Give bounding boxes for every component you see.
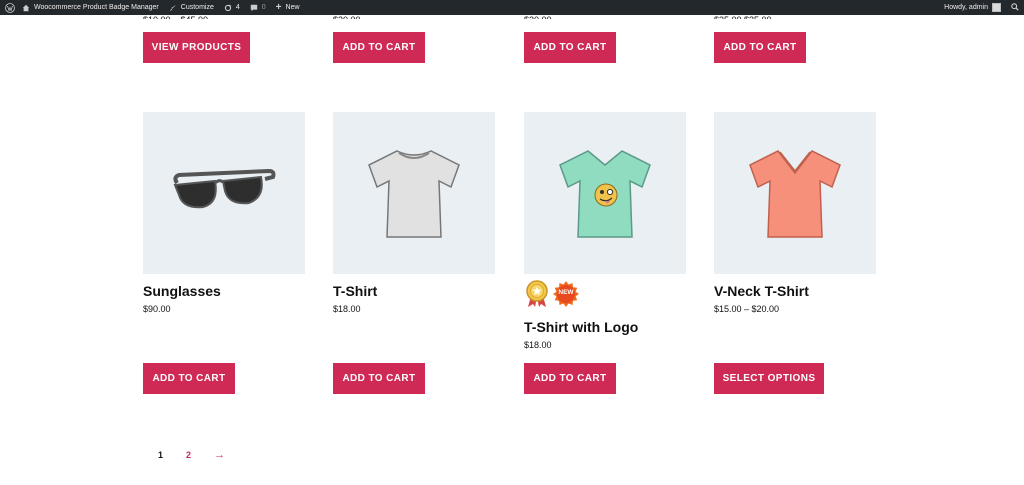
- product-price: $20.00: [524, 15, 624, 19]
- customize-label: Customize: [180, 4, 214, 11]
- pagination-next-arrow-icon[interactable]: →: [214, 449, 225, 461]
- product-price: $35.00 $25.00: [714, 15, 814, 19]
- pagination-current-page: 1: [158, 450, 164, 460]
- view-products-button[interactable]: VIEW PRODUCTS: [143, 32, 250, 63]
- pagination-page-2-link[interactable]: 2: [186, 450, 191, 460]
- product-price: $10.00 – $45.00: [143, 15, 243, 19]
- customize-link[interactable]: Customize: [164, 0, 219, 15]
- product-image-vneck-tshirt[interactable]: [714, 112, 876, 274]
- sunglasses-icon: [173, 168, 276, 209]
- avatar: [992, 3, 1001, 12]
- add-to-cart-button[interactable]: ADD TO CART: [143, 363, 235, 394]
- product-title[interactable]: Sunglasses: [143, 283, 221, 299]
- home-icon: [22, 4, 30, 12]
- product-title[interactable]: T-Shirt: [333, 283, 377, 299]
- product-title[interactable]: T-Shirt with Logo: [524, 319, 638, 335]
- new-badge-icon: NEW: [552, 280, 580, 313]
- product-price: $18.00: [524, 340, 552, 350]
- tshirt-with-logo-icon: [559, 150, 651, 238]
- vneck-tshirt-icon: [749, 150, 841, 238]
- new-content-link[interactable]: + New: [271, 0, 305, 15]
- wordpress-logo-icon[interactable]: [2, 0, 17, 15]
- new-label: New: [285, 4, 300, 11]
- comments-count: 0: [261, 4, 266, 11]
- comments-link[interactable]: 0: [245, 0, 271, 15]
- product-price: $15.00 – $20.00: [714, 304, 780, 314]
- product-image-tshirt[interactable]: [333, 112, 495, 274]
- add-to-cart-button[interactable]: ADD TO CART: [524, 32, 616, 63]
- product-price: $20.00: [333, 15, 433, 19]
- add-to-cart-button[interactable]: ADD TO CART: [333, 32, 425, 63]
- award-badge-icon: [525, 280, 549, 313]
- updates-count: 4: [235, 4, 240, 11]
- site-name-link[interactable]: Woocommerce Product Badge Manager: [17, 0, 164, 15]
- updates-link[interactable]: 4: [219, 0, 245, 15]
- product-image-sunglasses[interactable]: [143, 112, 305, 274]
- tshirt-icon: [368, 150, 460, 238]
- my-account-link[interactable]: Howdy, admin: [939, 0, 1006, 15]
- updates-icon: [224, 3, 232, 12]
- plus-icon: +: [275, 2, 282, 13]
- admin-bar: Woocommerce Product Badge Manager Custom…: [0, 0, 1024, 15]
- admin-search[interactable]: [1006, 0, 1024, 15]
- product-title[interactable]: V-Neck T-Shirt: [714, 283, 809, 299]
- new-badge-label: NEW: [558, 289, 574, 296]
- select-options-button[interactable]: SELECT OPTIONS: [714, 363, 824, 394]
- howdy-label: Howdy, admin: [944, 4, 988, 11]
- site-name-label: Woocommerce Product Badge Manager: [34, 4, 159, 11]
- add-to-cart-button[interactable]: ADD TO CART: [714, 32, 806, 63]
- product-image-tshirt-with-logo[interactable]: [524, 112, 686, 274]
- search-icon: [1011, 2, 1019, 13]
- add-to-cart-button[interactable]: ADD TO CART: [333, 363, 425, 394]
- product-price: $18.00: [333, 304, 361, 314]
- paintbrush-icon: [169, 4, 177, 12]
- comment-icon: [250, 4, 258, 12]
- product-price: $90.00: [143, 304, 171, 314]
- add-to-cart-button[interactable]: ADD TO CART: [524, 363, 616, 394]
